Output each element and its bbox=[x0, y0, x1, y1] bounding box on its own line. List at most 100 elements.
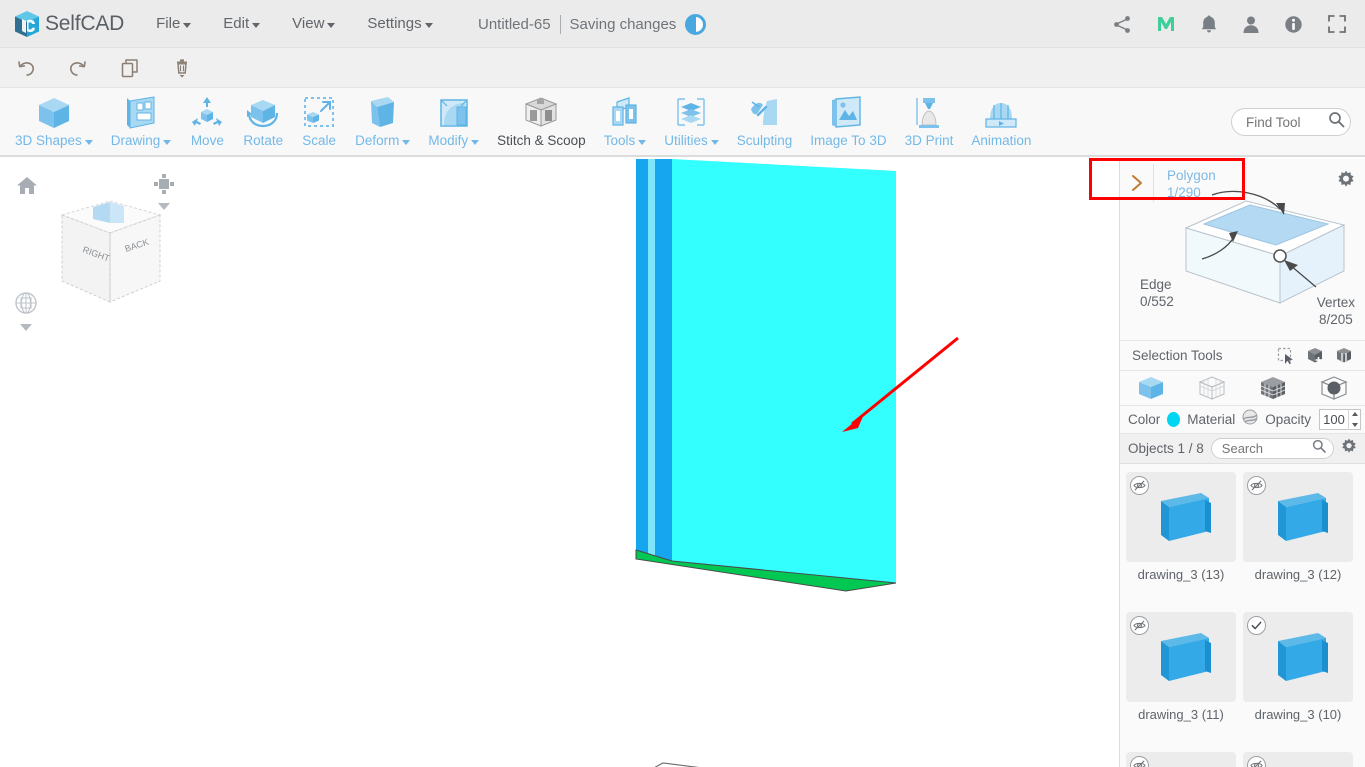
object-thumbnail[interactable] bbox=[1243, 612, 1353, 702]
fullscreen-icon[interactable] bbox=[1327, 14, 1347, 34]
tool-image-to-3d-label: Image To 3D bbox=[810, 133, 887, 148]
tool-stitch-scoop[interactable]: Stitch & Scoop bbox=[488, 88, 595, 148]
objects-search-input[interactable] bbox=[1221, 441, 1312, 456]
objects-settings-gear-icon[interactable] bbox=[1341, 438, 1357, 459]
opacity-input[interactable] bbox=[1320, 412, 1348, 427]
vertex-label: Vertex bbox=[1316, 295, 1355, 310]
delete-icon[interactable] bbox=[156, 48, 208, 88]
stitch-scoop-icon bbox=[522, 94, 560, 132]
object-thumbnail[interactable] bbox=[1243, 472, 1353, 562]
animation-icon bbox=[982, 94, 1020, 132]
user-icon[interactable] bbox=[1242, 15, 1260, 34]
object-thumbnail[interactable] bbox=[1126, 472, 1236, 562]
eye-off-icon[interactable] bbox=[1130, 756, 1149, 767]
object-mode-icon[interactable] bbox=[1137, 375, 1165, 401]
tool-move[interactable]: Move bbox=[180, 88, 234, 148]
tool-scale-label: Scale bbox=[302, 133, 336, 148]
document-title[interactable]: Untitled-65 bbox=[478, 16, 551, 33]
add-select-icon[interactable] bbox=[1306, 347, 1324, 365]
object-thumbnail[interactable] bbox=[1126, 612, 1236, 702]
object-name: drawing_3 (12) bbox=[1254, 567, 1342, 582]
edge-value: 0/552 bbox=[1140, 294, 1174, 309]
color-label: Color bbox=[1128, 412, 1161, 427]
tool-drawing[interactable]: Drawing bbox=[102, 88, 181, 148]
object-thumbnail[interactable] bbox=[1243, 752, 1353, 767]
caret-down-icon bbox=[710, 139, 719, 145]
tool-deform-label: Deform bbox=[355, 133, 400, 148]
tool-sculpting[interactable]: Sculpting bbox=[728, 88, 802, 148]
polygon-mode-icon[interactable] bbox=[1259, 375, 1287, 401]
eye-off-icon[interactable] bbox=[1130, 616, 1149, 635]
object-name: drawing_3 (13) bbox=[1137, 567, 1225, 582]
viewport-3d[interactable]: RIGHT BACK Y X bbox=[0, 159, 1119, 767]
share-icon[interactable] bbox=[1113, 15, 1132, 34]
menu-item-settings[interactable]: Settings bbox=[367, 15, 433, 32]
opacity-stepper[interactable] bbox=[1319, 409, 1361, 430]
tool-utilities[interactable]: Utilities bbox=[655, 88, 728, 148]
menu-item-edit[interactable]: Edit bbox=[223, 15, 261, 32]
eye-off-icon[interactable] bbox=[1247, 476, 1266, 495]
tool-deform[interactable]: Deform bbox=[346, 88, 419, 148]
selfcad-app: SelfCAD File Edit View Settings Untitled… bbox=[0, 0, 1365, 767]
info-icon[interactable] bbox=[1284, 15, 1303, 34]
menu-item-file-label: File bbox=[156, 15, 181, 32]
main-toolbar-items: 3D Shapes Drawing Move Rotate Scale Defo… bbox=[0, 88, 1365, 148]
cube-icon bbox=[35, 94, 73, 132]
object-card[interactable] bbox=[1243, 752, 1353, 767]
redo-icon[interactable] bbox=[52, 48, 104, 88]
vertex-mode-icon[interactable] bbox=[1198, 375, 1226, 401]
tool-animation[interactable]: Animation bbox=[962, 88, 1040, 148]
saving-spinner-icon bbox=[685, 13, 707, 35]
opacity-label: Opacity bbox=[1265, 412, 1311, 427]
undo-icon[interactable] bbox=[0, 48, 52, 88]
eye-off-icon[interactable] bbox=[1247, 756, 1266, 767]
find-tool-input[interactable] bbox=[1246, 114, 1328, 130]
object-card[interactable]: drawing_3 (11) bbox=[1126, 612, 1236, 745]
object-card[interactable]: drawing_3 (13) bbox=[1126, 472, 1236, 605]
check-icon[interactable] bbox=[1247, 616, 1266, 635]
monogram-m-icon[interactable] bbox=[1156, 14, 1176, 34]
tool-rotate[interactable]: Rotate bbox=[234, 88, 292, 148]
color-swatch[interactable] bbox=[1167, 412, 1181, 427]
eye-off-icon[interactable] bbox=[1130, 476, 1149, 495]
tool-3d-shapes[interactable]: 3D Shapes bbox=[6, 88, 102, 148]
tool-3d-shapes-label: 3D Shapes bbox=[15, 133, 82, 148]
tool-animation-label: Animation bbox=[971, 133, 1032, 148]
selection-tools-row: Selection Tools bbox=[1120, 340, 1365, 370]
search-icon[interactable] bbox=[1312, 439, 1326, 458]
selection-mode-row bbox=[1120, 370, 1365, 406]
edge-count[interactable]: Edge 0/552 bbox=[1140, 276, 1174, 310]
model-render[interactable] bbox=[0, 159, 1119, 767]
opacity-increment[interactable] bbox=[1349, 409, 1360, 420]
opacity-spinner[interactable] bbox=[1348, 409, 1360, 430]
copy-icon[interactable] bbox=[104, 48, 156, 88]
edge-mode-icon[interactable] bbox=[1320, 375, 1348, 401]
object-thumbnail[interactable] bbox=[1126, 752, 1236, 767]
search-icon[interactable] bbox=[1328, 111, 1345, 133]
object-card[interactable]: drawing_3 (12) bbox=[1243, 472, 1353, 605]
object-card[interactable] bbox=[1126, 752, 1236, 767]
selfcad-cube-logo-icon bbox=[14, 10, 40, 38]
chevron-right-icon[interactable] bbox=[1120, 164, 1154, 202]
rectangle-select-icon[interactable] bbox=[1277, 347, 1295, 365]
tool-3d-print[interactable]: 3D Print bbox=[896, 88, 963, 148]
opacity-decrement[interactable] bbox=[1349, 420, 1360, 431]
material-sphere-icon[interactable] bbox=[1242, 409, 1258, 430]
object-card-selected[interactable]: drawing_3 (10) bbox=[1243, 612, 1353, 745]
tool-modify[interactable]: Modify bbox=[419, 88, 488, 148]
material-label: Material bbox=[1187, 412, 1236, 427]
tool-image-to-3d[interactable]: Image To 3D bbox=[801, 88, 895, 148]
tool-scale[interactable]: Scale bbox=[292, 88, 346, 148]
header-icon-group bbox=[1113, 0, 1355, 48]
objects-search[interactable] bbox=[1210, 438, 1334, 459]
bell-icon[interactable] bbox=[1200, 14, 1218, 34]
polygon-value: 1/290 bbox=[1167, 185, 1201, 200]
tool-tools[interactable]: Tools bbox=[595, 88, 656, 148]
menu-item-view[interactable]: View bbox=[292, 15, 336, 32]
menu-item-file[interactable]: File bbox=[156, 15, 192, 32]
app-logo[interactable]: SelfCAD bbox=[14, 10, 124, 38]
polygon-count[interactable]: Polygon 1/290 bbox=[1167, 167, 1216, 201]
find-tool-search[interactable] bbox=[1231, 108, 1351, 136]
subtract-select-icon[interactable] bbox=[1335, 347, 1353, 365]
vertex-count[interactable]: Vertex 8/205 bbox=[1317, 294, 1355, 328]
